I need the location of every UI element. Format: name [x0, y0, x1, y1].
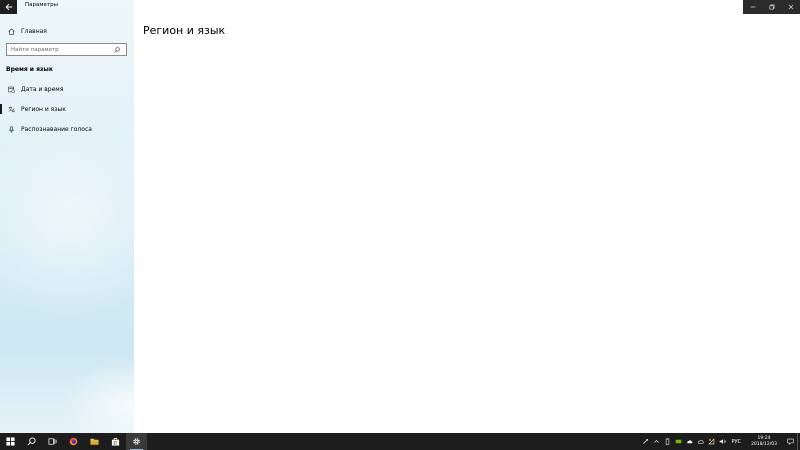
file-explorer-icon [90, 438, 99, 445]
close-button[interactable] [781, 0, 800, 14]
minimize-icon [750, 6, 755, 8]
task-view-button[interactable] [42, 433, 63, 450]
sidebar-item-date-time[interactable]: Дата и время [0, 82, 134, 96]
sidebar-item-label: Распознавание голоса [21, 125, 92, 133]
sidebar-item-label: Регион и язык [21, 105, 66, 113]
taskbar-firefox[interactable] [63, 433, 84, 450]
search-input[interactable] [7, 44, 112, 55]
taskbar-apps [0, 433, 147, 450]
maximize-button[interactable] [762, 0, 781, 14]
nav-home-label: Главная [21, 27, 47, 35]
nvidia-icon[interactable] [673, 433, 684, 450]
back-button[interactable] [0, 0, 17, 14]
firefox-icon [69, 437, 78, 446]
sidebar-item-region-language[interactable]: Регион и язык [0, 102, 134, 116]
sidebar-item-speech[interactable]: Распознавание голоса [0, 122, 134, 136]
system-tray: РУС 19:24 2018/12/03 [640, 433, 800, 450]
taskbar-search-button[interactable] [21, 433, 42, 450]
settings-icon [133, 438, 140, 445]
tray-people-icon[interactable] [640, 433, 651, 450]
input-language-indicator[interactable]: РУС [728, 439, 746, 445]
section-heading: Время и язык [6, 66, 53, 73]
restore-icon [769, 4, 774, 10]
task-view-icon [48, 438, 57, 445]
taskbar-file-explorer[interactable] [84, 433, 105, 450]
onedrive-icon[interactable] [684, 433, 695, 450]
search-icon[interactable] [112, 44, 122, 55]
close-icon [788, 4, 793, 10]
search-box[interactable] [6, 43, 127, 56]
title-bar: Параметры [0, 0, 134, 14]
action-center-button[interactable] [783, 433, 797, 450]
battery-icon[interactable] [662, 433, 673, 450]
search-icon [27, 437, 36, 446]
cloud-sync-icon[interactable] [695, 433, 706, 450]
store-icon [111, 437, 120, 446]
window-controls [743, 0, 800, 14]
home-icon [7, 27, 16, 36]
volume-icon[interactable] [717, 433, 728, 450]
taskbar-store[interactable] [105, 433, 126, 450]
tray-show-hidden-icon[interactable] [651, 433, 662, 450]
page-title: Регион и язык [143, 24, 226, 37]
clock[interactable]: 19:24 2018/12/03 [745, 436, 783, 448]
network-warning-icon[interactable] [706, 433, 717, 450]
microphone-icon [7, 125, 16, 134]
start-icon [6, 437, 15, 446]
nav-list: Дата и время Регион и язык Распознавание… [0, 82, 134, 142]
start-button[interactable] [0, 433, 21, 450]
app-title: Параметры [25, 2, 58, 8]
sidebar-item-label: Дата и время [21, 85, 64, 93]
settings-sidebar [0, 0, 134, 433]
notification-icon [786, 438, 794, 445]
calendar-clock-icon [7, 85, 16, 94]
clock-date: 2018/12/03 [751, 441, 777, 447]
minimize-button[interactable] [743, 0, 762, 14]
nav-home[interactable]: Главная [0, 24, 134, 38]
taskbar-settings[interactable] [126, 433, 147, 450]
taskbar: РУС 19:24 2018/12/03 [0, 433, 800, 450]
language-icon [7, 105, 16, 114]
back-arrow-icon [5, 3, 12, 11]
